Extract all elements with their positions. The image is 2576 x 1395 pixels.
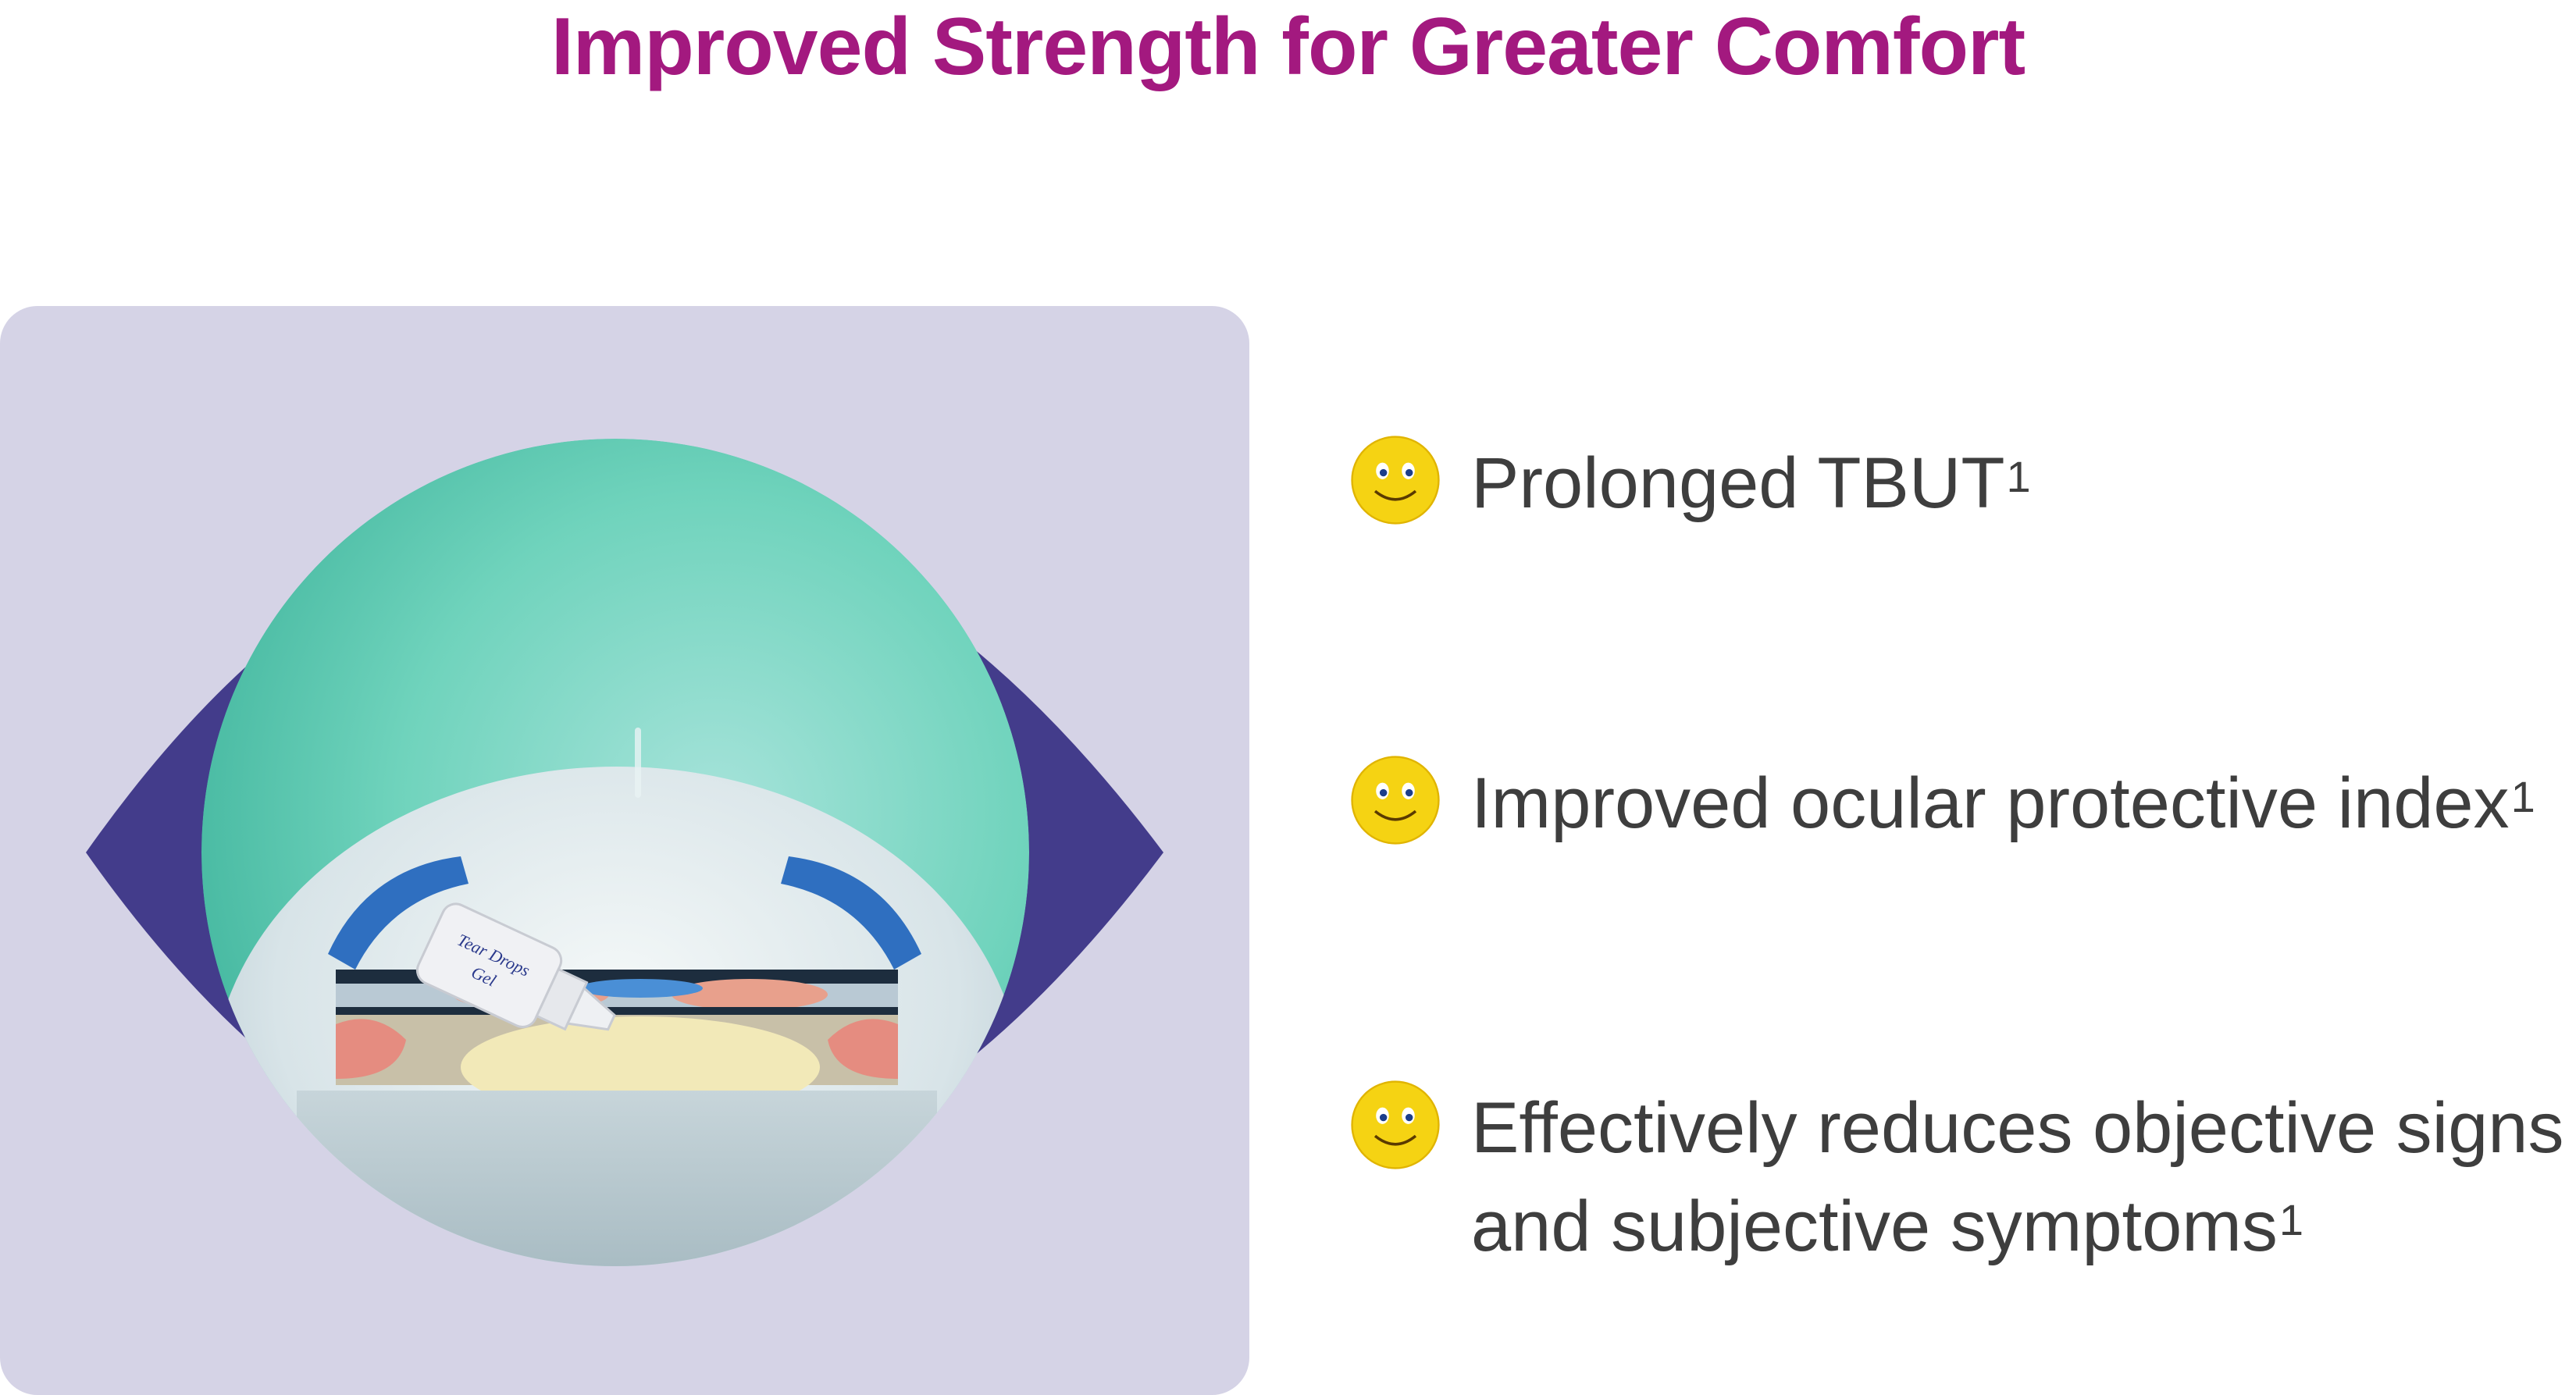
benefit-text: Improved ocular protective index1 (1471, 763, 2535, 843)
benefit-item: Improved ocular protective index1 (1349, 754, 2535, 852)
eye-illustration-panel: Tear Drops Gel (0, 306, 1249, 1395)
page-title: Improved Strength for Greater Comfort (550, 2, 2026, 92)
benefit-text: Effectively reduces objective signs and … (1471, 1088, 2564, 1266)
drop-stream (635, 728, 641, 798)
benefit-item: Effectively reduces objective signs and … (1349, 1079, 2564, 1276)
benefit-text: Prolonged TBUT1 (1471, 443, 2031, 523)
smiley-face-icon (1351, 436, 1440, 525)
smiley-face-icon (1351, 1080, 1440, 1169)
benefit-item: Prolonged TBUT1 (1349, 434, 2031, 532)
smiley-face-icon (1351, 756, 1440, 845)
